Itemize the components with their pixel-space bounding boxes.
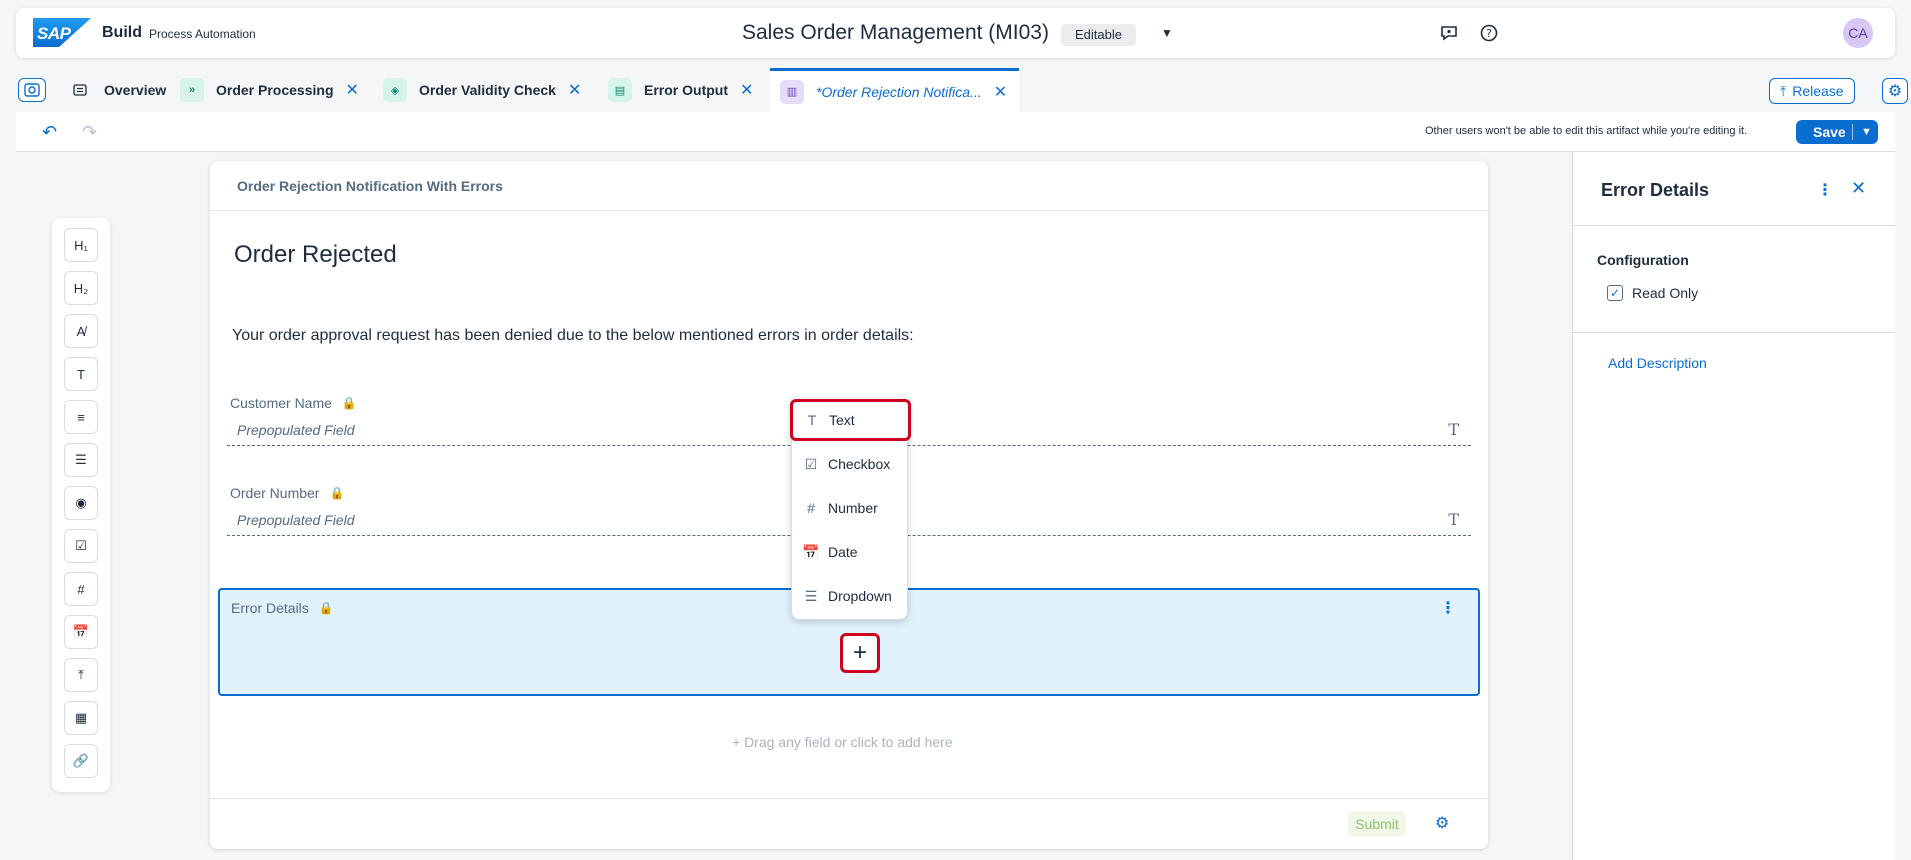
- panel-title: Error Details: [1601, 180, 1710, 200]
- overview-icon: [68, 78, 92, 102]
- tab-error-output[interactable]: ▤ Error Output ✕: [608, 68, 753, 112]
- shell-bar: SAP Build Process Automation Sales Order…: [16, 8, 1895, 58]
- lock-icon: 🔒: [318, 601, 334, 615]
- tab-order-rejection-notification[interactable]: ▥ *Order Rejection Notifica... ✕: [770, 68, 1020, 112]
- gear-icon: ⚙: [1887, 83, 1903, 100]
- tab-strip: Overview » Order Processing ✕ ◈ Order Va…: [16, 68, 1908, 112]
- add-field-button[interactable]: +: [840, 633, 880, 673]
- text-type-icon: T: [1448, 420, 1459, 439]
- tab-order-validity-check[interactable]: ◈ Order Validity Check ✕: [383, 68, 581, 112]
- number-control[interactable]: #: [64, 572, 98, 606]
- customer-name-label[interactable]: Customer Name 🔒: [230, 395, 357, 411]
- form-icon: ▥: [780, 79, 804, 104]
- order-number-label[interactable]: Order Number 🔒: [230, 485, 344, 501]
- product-name: Process Automation: [149, 27, 256, 41]
- form-footer: Submit ⚙: [210, 798, 1488, 849]
- plus-icon: +: [852, 639, 867, 666]
- settings-button[interactable]: ⚙: [1882, 78, 1908, 104]
- add-description-link[interactable]: Add Description: [1608, 355, 1707, 371]
- close-icon[interactable]: ✕: [1851, 178, 1866, 199]
- hash-icon: #: [807, 500, 815, 516]
- text-type-icon: T: [1448, 510, 1459, 529]
- chevron-down-icon[interactable]: ▼: [1853, 126, 1872, 138]
- read-only-checkbox[interactable]: ✓: [1607, 285, 1623, 301]
- menu-item-number[interactable]: # Number: [792, 488, 907, 528]
- feedback-icon[interactable]: [1437, 21, 1461, 45]
- close-icon[interactable]: ✕: [994, 82, 1007, 102]
- upload-control[interactable]: ⤒: [64, 658, 98, 692]
- text-icon: T: [807, 412, 817, 428]
- lock-icon: 🔒: [341, 396, 357, 410]
- gear-icon[interactable]: ⚙: [1435, 813, 1449, 833]
- checkbox-icon: ☑: [804, 455, 818, 472]
- menu-item-checkbox[interactable]: ☑ Checkbox: [792, 444, 907, 484]
- menu-item-text[interactable]: T Text: [790, 399, 911, 441]
- svg-text:?: ?: [1486, 27, 1492, 40]
- brand-name: Build: [102, 24, 142, 41]
- tab-overview[interactable]: Overview: [68, 68, 166, 112]
- properties-panel: Error Details ⋮ ✕ Configuration ✓ Read O…: [1572, 152, 1895, 860]
- paragraph-control[interactable]: ≡: [64, 400, 98, 434]
- status-badge: Editable: [1061, 24, 1136, 46]
- radio-control[interactable]: ◉: [64, 486, 98, 520]
- heading1-control[interactable]: H₁: [64, 228, 98, 262]
- menu-item-dropdown[interactable]: ☰ Dropdown: [792, 576, 907, 616]
- paragraph-style-control[interactable]: A̸: [64, 314, 98, 348]
- date-control[interactable]: 📅: [64, 615, 98, 649]
- undo-icon[interactable]: ↶: [42, 122, 57, 143]
- drag-hint[interactable]: + Drag any field or click to add here: [732, 734, 953, 750]
- release-button[interactable]: ⤒ Release: [1769, 78, 1855, 104]
- list-control[interactable]: ☰: [64, 443, 98, 477]
- close-icon[interactable]: ✕: [740, 80, 753, 100]
- help-icon[interactable]: ?: [1477, 21, 1501, 45]
- form-paragraph[interactable]: Your order approval request has been den…: [232, 327, 914, 345]
- read-only-label: Read Only: [1632, 285, 1699, 301]
- menu-item-date[interactable]: 📅 Date: [792, 532, 907, 572]
- heading2-control[interactable]: H₂: [64, 271, 98, 305]
- upload-icon: ⤒: [1780, 82, 1787, 99]
- more-icon[interactable]: ⋮: [1817, 180, 1833, 200]
- form-heading[interactable]: Order Rejected: [234, 241, 397, 269]
- tab-order-processing[interactable]: » Order Processing ✕: [180, 68, 359, 112]
- close-icon[interactable]: ✕: [568, 80, 581, 100]
- form-header: Order Rejection Notification With Errors: [210, 161, 1488, 211]
- close-icon[interactable]: ✕: [346, 80, 359, 100]
- checkbox-control[interactable]: ☑: [64, 529, 98, 563]
- submit-button[interactable]: Submit: [1348, 811, 1406, 837]
- search-artifacts-button[interactable]: [18, 78, 46, 102]
- text-control[interactable]: T: [64, 357, 98, 391]
- configuration-heading: Configuration: [1597, 252, 1689, 268]
- field-type-menu: T Text ☑ Checkbox # Number 📅 Date ☰ Drop…: [790, 399, 911, 620]
- table-control[interactable]: ▦: [64, 701, 98, 735]
- process-icon: »: [180, 78, 204, 102]
- lock-icon: 🔒: [329, 486, 345, 500]
- output-icon: ▤: [608, 78, 632, 102]
- sap-logo[interactable]: SAP: [33, 18, 91, 47]
- editor-toolbar: ↶ ↷ Other users won't be able to edit th…: [16, 112, 1895, 152]
- project-title: Sales Order Management (MI03): [742, 21, 1049, 44]
- save-button[interactable]: Save ▼: [1796, 120, 1878, 144]
- control-palette: H₁ H₂ A̸ T ≡ ☰ ◉ ☑ # 📅 ⤒ ▦ 🔗: [52, 218, 110, 792]
- chevron-down-icon[interactable]: ▼: [1161, 26, 1173, 40]
- decision-icon: ◈: [383, 78, 407, 102]
- search-icon: [24, 83, 40, 97]
- calendar-icon: 📅: [802, 543, 820, 560]
- lock-message: Other users won't be able to edit this a…: [1425, 125, 1748, 137]
- avatar[interactable]: CA: [1843, 18, 1873, 48]
- more-icon[interactable]: ⋮: [1440, 598, 1456, 618]
- link-control[interactable]: 🔗: [64, 744, 98, 778]
- redo-icon[interactable]: ↷: [82, 122, 97, 143]
- list-icon: ☰: [804, 587, 818, 604]
